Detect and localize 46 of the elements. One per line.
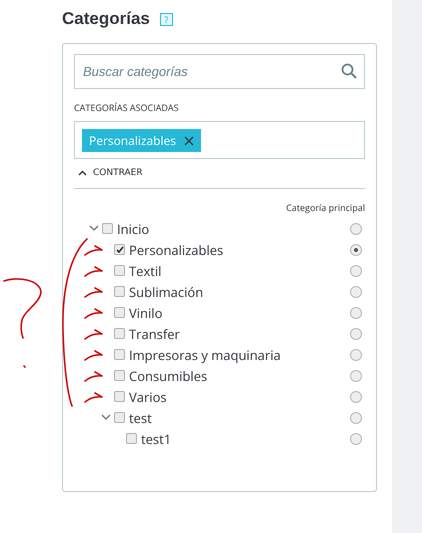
checkbox[interactable] bbox=[114, 244, 125, 255]
category-tag[interactable]: Personalizables bbox=[82, 129, 202, 152]
radio-button[interactable] bbox=[350, 244, 362, 256]
section-title: Categorías bbox=[62, 9, 150, 29]
close-icon[interactable] bbox=[184, 136, 194, 146]
checkbox[interactable] bbox=[114, 412, 125, 423]
checkbox[interactable] bbox=[114, 370, 125, 381]
radio-button[interactable] bbox=[350, 328, 362, 340]
category-label: Vinilo bbox=[129, 304, 164, 322]
radio-button[interactable] bbox=[350, 432, 362, 444]
category-label: Personalizables bbox=[129, 240, 224, 258]
category-label: Consumibles bbox=[129, 366, 208, 384]
radio-button[interactable] bbox=[350, 390, 362, 402]
field-label: CATEGORÍAS ASOCIADAS bbox=[74, 101, 179, 114]
radio-button[interactable] bbox=[350, 370, 362, 382]
radio-button[interactable] bbox=[350, 222, 362, 234]
chevron-icon[interactable] bbox=[89, 225, 99, 232]
category-label: test bbox=[129, 408, 153, 426]
category-label: Impresoras y maquinaria bbox=[129, 346, 282, 364]
checkbox[interactable] bbox=[114, 286, 125, 297]
chevron-icon[interactable] bbox=[101, 414, 111, 421]
radio-button[interactable] bbox=[350, 348, 362, 360]
checkbox[interactable] bbox=[126, 433, 137, 444]
search-field[interactable]: Buscar categorías bbox=[74, 54, 365, 89]
checkbox[interactable] bbox=[114, 265, 125, 276]
checkbox[interactable] bbox=[114, 307, 125, 318]
radio-button[interactable] bbox=[350, 286, 362, 298]
checkbox[interactable] bbox=[114, 349, 125, 360]
category-label: Inicio bbox=[117, 220, 150, 238]
collapse-button[interactable]: CONTRAER bbox=[78, 168, 143, 178]
category-label: Sublimación bbox=[129, 282, 204, 300]
radio-button[interactable] bbox=[350, 412, 362, 424]
tags-field[interactable]: Personalizables bbox=[74, 121, 365, 159]
checkbox[interactable] bbox=[114, 391, 125, 402]
category-label: test1 bbox=[141, 430, 172, 448]
radio-button[interactable] bbox=[350, 264, 362, 276]
radio-button[interactable] bbox=[350, 306, 362, 318]
category-label: Varios bbox=[129, 388, 168, 406]
search-icon[interactable] bbox=[341, 63, 357, 79]
caret-icon bbox=[78, 170, 87, 176]
help-icon[interactable]: ? bbox=[160, 12, 173, 26]
category-label: Transfer bbox=[129, 324, 181, 342]
column-header: Categoría principal bbox=[286, 201, 365, 214]
category-label: Textil bbox=[129, 262, 162, 280]
checkbox[interactable] bbox=[102, 223, 113, 234]
checkbox[interactable] bbox=[114, 328, 125, 339]
